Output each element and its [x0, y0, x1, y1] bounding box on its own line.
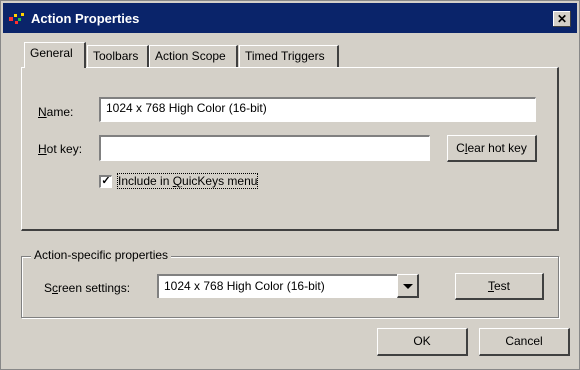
tab-label: Timed Triggers	[245, 49, 325, 63]
action-properties-dialog: Action Properties ✕ General Toolbars Act…	[0, 0, 580, 370]
close-button[interactable]: ✕	[553, 11, 571, 27]
tab-label: General	[30, 46, 73, 60]
window-title: Action Properties	[31, 11, 140, 26]
screen-settings-label: Screen settings:	[44, 281, 131, 295]
name-field-value: 1024 x 768 High Color (16-bit)	[106, 101, 267, 115]
name-field[interactable]: 1024 x 768 High Color (16-bit)	[99, 97, 536, 122]
close-icon: ✕	[556, 12, 568, 26]
screen-settings-value: 1024 x 768 High Color (16-bit)	[157, 274, 397, 298]
include-quickeys-checkbox[interactable]: ✓	[99, 175, 112, 188]
include-quickeys-label[interactable]: Include in QuicKeys menu	[116, 173, 259, 189]
tab-general[interactable]: General	[24, 42, 86, 68]
tab-label: Action Scope	[155, 49, 226, 63]
groupbox-title: Action-specific properties	[31, 248, 172, 262]
check-icon: ✓	[101, 175, 111, 187]
ok-button[interactable]: OK	[377, 328, 468, 356]
tab-label: Toolbars	[93, 49, 139, 63]
tab-toolbars[interactable]: Toolbars	[87, 45, 149, 67]
chevron-down-icon[interactable]	[397, 274, 419, 298]
name-label: Name:	[38, 105, 74, 119]
tab-timed-triggers[interactable]: Timed Triggers	[239, 45, 339, 67]
hotkey-label: Hot key:	[38, 142, 83, 156]
hotkey-field[interactable]	[99, 135, 430, 161]
test-button[interactable]: Test	[455, 273, 544, 300]
title-bar[interactable]: Action Properties ✕	[3, 3, 577, 33]
clear-hotkey-button[interactable]: Clear hot key	[447, 135, 537, 162]
tab-action-scope[interactable]: Action Scope	[149, 45, 238, 67]
cancel-button[interactable]: Cancel	[479, 328, 570, 356]
screen-settings-dropdown[interactable]: 1024 x 768 High Color (16-bit)	[157, 274, 419, 298]
quickeys-app-icon	[9, 13, 24, 24]
